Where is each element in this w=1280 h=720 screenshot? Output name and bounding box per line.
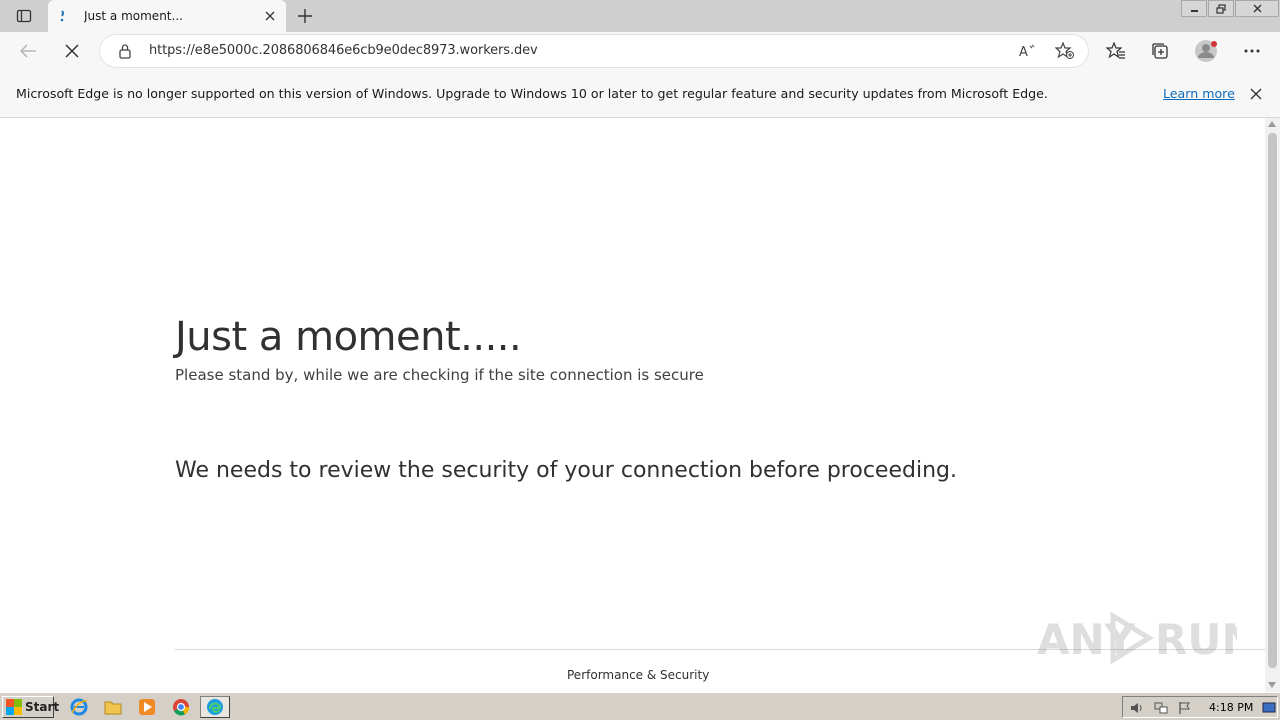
loading-favicon-icon (56, 8, 72, 24)
system-tray: 4:18 PM (1122, 696, 1278, 718)
media-player-icon[interactable] (136, 697, 158, 717)
security-message: We needs to review the security of your … (175, 458, 957, 483)
back-arrow-icon[interactable] (12, 36, 44, 66)
stop-loading-icon[interactable] (56, 36, 88, 66)
show-desktop-icon[interactable] (1261, 700, 1277, 716)
footer-text: Performance & Security (567, 668, 710, 682)
url-text[interactable]: https://e8e5000c.2086806846e6cb9e0dec897… (149, 43, 538, 58)
learn-more-link[interactable]: Learn more (1163, 86, 1235, 101)
chrome-icon[interactable] (170, 697, 192, 717)
svg-text:A: A (1019, 45, 1028, 59)
tab-strip: Just a moment... (0, 0, 1280, 32)
taskbar-clock[interactable]: 4:18 PM (1209, 701, 1253, 714)
minimize-icon[interactable] (1181, 0, 1207, 17)
edge-icon[interactable] (200, 696, 230, 718)
profile-avatar-icon[interactable] (1190, 36, 1222, 66)
page-title: Just a moment..... (175, 314, 522, 360)
collections-icon[interactable] (1144, 36, 1176, 66)
tab-actions-icon[interactable] (8, 4, 40, 28)
add-favorite-icon[interactable] (1055, 41, 1075, 61)
network-icon[interactable] (1153, 700, 1169, 716)
windows-logo-icon (6, 699, 22, 715)
volume-icon[interactable] (1129, 700, 1145, 716)
lock-icon[interactable] (118, 43, 132, 63)
svg-text:RUN: RUN (1155, 615, 1237, 664)
scroll-thumb[interactable] (1268, 133, 1277, 668)
new-tab-button[interactable] (292, 4, 318, 28)
tab-close-icon[interactable] (260, 6, 280, 26)
vertical-scrollbar[interactable] (1265, 118, 1280, 692)
start-button[interactable]: Start (2, 696, 59, 718)
folder-icon[interactable] (102, 697, 124, 717)
infobar-close-icon[interactable] (1246, 84, 1266, 104)
watermark-logo: ANY RUN (1037, 608, 1237, 668)
browser-toolbar: https://e8e5000c.2086806846e6cb9e0dec897… (0, 32, 1280, 70)
read-aloud-icon[interactable]: A (1018, 41, 1038, 61)
more-menu-icon[interactable] (1236, 36, 1268, 66)
restore-icon[interactable] (1208, 0, 1234, 17)
page-content: Just a moment..... Please stand by, whil… (0, 118, 1265, 692)
action-center-flag-icon[interactable] (1177, 700, 1193, 716)
scroll-up-arrow-icon[interactable] (1268, 121, 1276, 127)
scroll-down-arrow-icon[interactable] (1268, 682, 1276, 688)
unsupported-os-infobar: Microsoft Edge is no longer supported on… (0, 70, 1280, 118)
address-bar[interactable]: https://e8e5000c.2086806846e6cb9e0dec897… (100, 35, 1088, 67)
infobar-message: Microsoft Edge is no longer supported on… (16, 86, 1048, 101)
favorites-icon[interactable] (1100, 36, 1132, 66)
start-label: Start (25, 700, 60, 714)
taskbar: Start 4:18 PM (0, 692, 1280, 720)
tab-active[interactable]: Just a moment... (48, 0, 286, 32)
internet-explorer-icon[interactable] (68, 697, 90, 717)
window-controls (1181, 0, 1280, 18)
tab-title: Just a moment... (84, 9, 183, 23)
page-subtitle: Please stand by, while we are checking i… (175, 366, 704, 384)
window-close-icon[interactable] (1235, 0, 1279, 17)
